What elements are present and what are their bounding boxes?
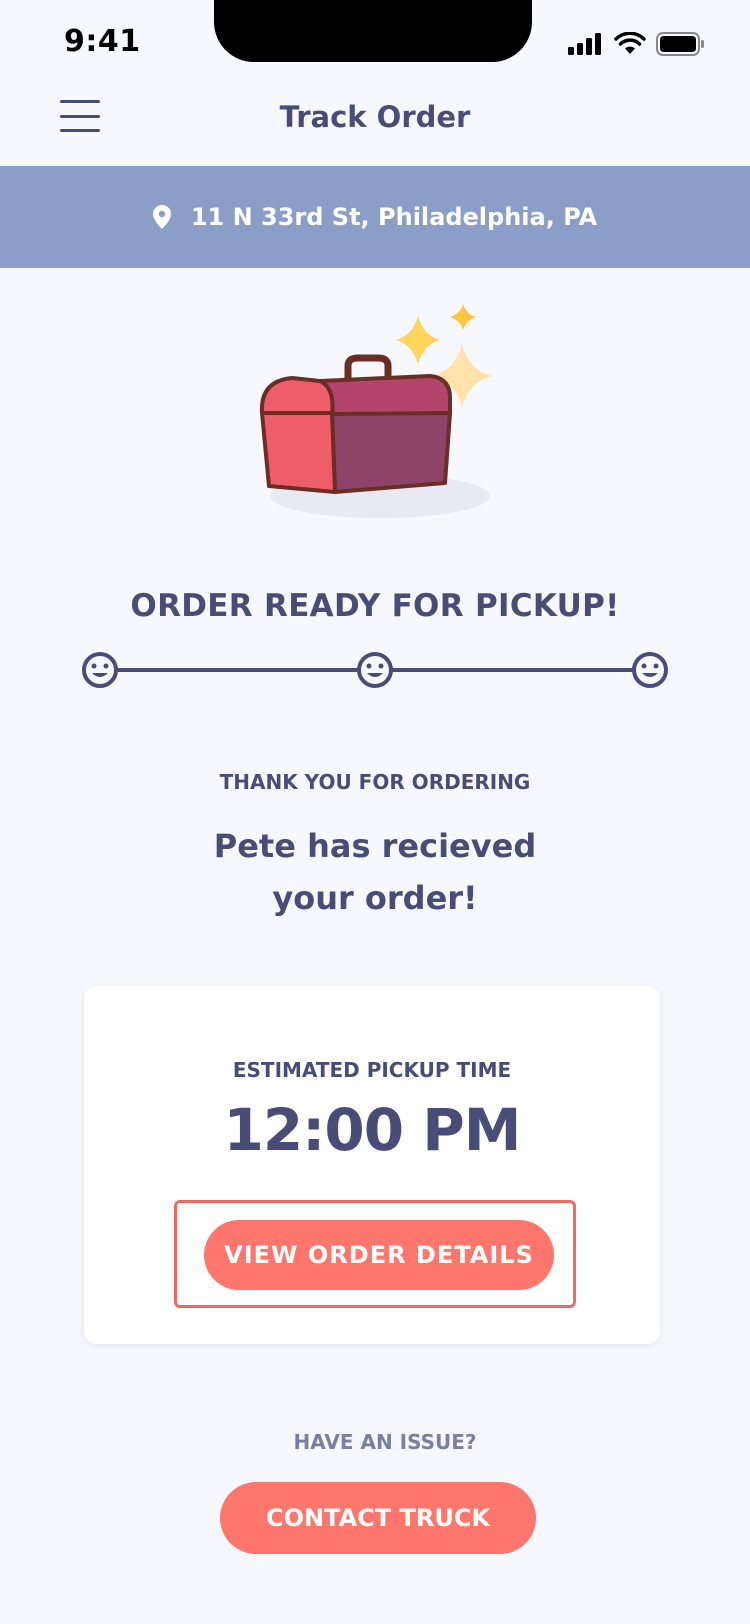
wifi-icon [614, 32, 646, 54]
order-received-line-2: your order! [272, 879, 478, 917]
sparkle-icon [450, 304, 476, 330]
cellular-signal-icon [568, 33, 601, 55]
estimated-pickup-label: ESTIMATED PICKUP TIME [232, 1058, 512, 1082]
battery-icon [656, 32, 704, 56]
lunchbox-illustration [259, 304, 492, 518]
pickup-time-value: 12:00 PM [223, 1096, 521, 1164]
location-bar[interactable]: 11 N 33rd St, Philadelphia, PA [0, 166, 750, 268]
progress-step-3-smiley-icon [632, 652, 668, 688]
order-progress-tracker [82, 652, 668, 688]
order-status-title: ORDER READY FOR PICKUP! [130, 588, 620, 624]
contact-truck-button[interactable]: CONTACT TRUCK [220, 1482, 536, 1554]
order-received-line-1: Pete has recieved [213, 827, 537, 865]
device-notch [214, 0, 532, 62]
sparkle-icon [396, 316, 440, 364]
issue-label: HAVE AN ISSUE? [293, 1430, 477, 1454]
progress-step-2-smiley-icon [357, 652, 393, 688]
view-order-details-button[interactable]: VIEW ORDER DETAILS [204, 1220, 554, 1290]
status-bar-icons [568, 32, 706, 56]
thank-you-label: THANK YOU FOR ORDERING [219, 770, 531, 794]
map-pin-icon [152, 205, 171, 229]
pickup-time-card: ESTIMATED PICKUP TIME 12:00 PM VIEW ORDE… [84, 986, 660, 1344]
location-address: 11 N 33rd St, Philadelphia, PA [190, 203, 598, 231]
status-bar-time: 9:41 [64, 24, 141, 59]
page-title: Track Order [279, 100, 471, 134]
progress-step-1-smiley-icon [82, 652, 118, 688]
order-received-message: Pete has recieved your order! [175, 820, 575, 924]
